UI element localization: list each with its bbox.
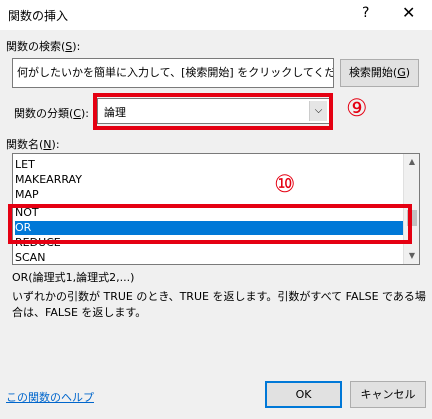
close-icon[interactable]: ✕: [402, 3, 415, 22]
search-start-button[interactable]: 検索開始(G): [340, 59, 419, 87]
annotation-box-category: [93, 93, 333, 130]
scroll-down-icon[interactable]: ▼: [404, 248, 419, 264]
function-syntax: OR(論理式1,論理式2,...): [12, 271, 135, 284]
annotation-marker-10: ⑩: [274, 170, 296, 198]
search-label: 関数の検索(S):: [6, 40, 81, 53]
list-item[interactable]: MAP: [15, 188, 39, 202]
search-input[interactable]: 何がしたいかを簡単に入力して、[検索開始] をクリックしてください。: [12, 58, 334, 88]
dialog-title: 関数の挿入: [8, 9, 69, 23]
list-item[interactable]: SCAN: [15, 251, 45, 264]
function-description-line2: 合は、FALSE を返します。: [12, 306, 147, 319]
list-item[interactable]: MAKEARRAY: [15, 173, 82, 187]
help-link[interactable]: この関数のヘルプ: [6, 389, 94, 405]
ok-button[interactable]: OK: [265, 381, 342, 408]
function-description-line1: いずれかの引数が TRUE のとき、TRUE を返します。引数がすべて FALS…: [12, 290, 426, 303]
help-button[interactable]: ?: [362, 5, 369, 21]
scroll-up-icon[interactable]: ▲: [404, 154, 419, 170]
list-item[interactable]: LET: [15, 158, 35, 172]
annotation-box-function: [8, 204, 412, 244]
cancel-button[interactable]: キャンセル: [350, 381, 426, 408]
function-list-label: 関数名(N):: [6, 138, 60, 151]
category-label: 関数の分類(C):: [14, 107, 89, 120]
annotation-marker-9: ⑨: [346, 94, 368, 122]
